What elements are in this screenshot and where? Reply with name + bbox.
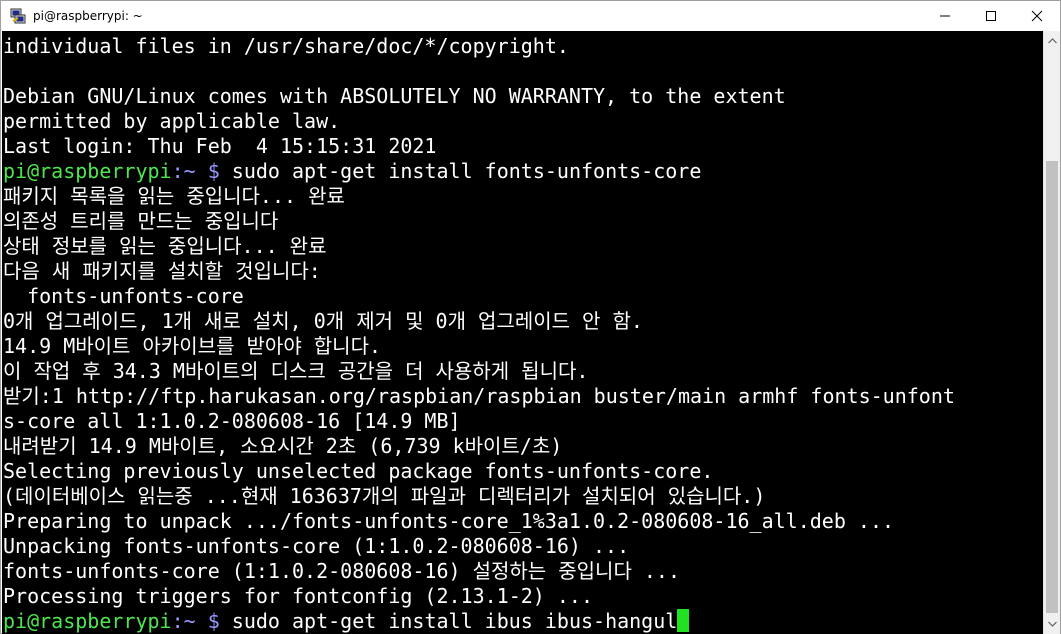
maximize-button[interactable] bbox=[968, 1, 1014, 31]
chevron-up-icon bbox=[1047, 38, 1057, 44]
command-text: sudo apt-get install fonts-unfonts-core bbox=[219, 159, 702, 183]
output-text: Preparing to unpack .../fonts-unfonts-co… bbox=[3, 509, 895, 533]
terminal-line: (데이터베이스 읽는중 ...현재 163637개의 파일과 디렉터리가 설치되… bbox=[3, 484, 955, 509]
output-text: Debian GNU/Linux comes with ABSOLUTELY N… bbox=[3, 84, 786, 108]
close-button[interactable] bbox=[1014, 1, 1060, 31]
prompt-user-host: pi@raspberrypi bbox=[3, 159, 172, 183]
terminal-area[interactable]: individual files in /usr/share/doc/*/cop… bbox=[2, 31, 1043, 634]
output-text: permitted by applicable law. bbox=[3, 109, 341, 133]
output-text: 내려받기 14.9 M바이트, 소요시간 2초 (6,739 k바이트/초) bbox=[3, 434, 563, 458]
output-text: Unpacking fonts-unfonts-core (1:1.0.2-08… bbox=[3, 534, 630, 558]
terminal-line: 상태 정보를 읽는 중입니다... 완료 bbox=[3, 234, 955, 259]
output-text: (데이터베이스 읽는중 ...현재 163637개의 파일과 디렉터리가 설치되… bbox=[3, 484, 766, 508]
command-text: sudo apt-get install ibus ibus-hangul bbox=[219, 609, 678, 633]
terminal-line: pi@raspberrypi:~ $ sudo apt-get install … bbox=[3, 159, 955, 184]
terminal-line: permitted by applicable law. bbox=[3, 109, 955, 134]
output-text: 패키지 목록을 읽는 중입니다... 완료 bbox=[3, 184, 345, 208]
terminal-line: pi@raspberrypi:~ $ sudo apt-get install … bbox=[3, 609, 955, 634]
chevron-down-icon bbox=[1047, 621, 1057, 627]
vertical-scrollbar[interactable] bbox=[1043, 31, 1060, 634]
window-title: pi@raspberrypi: ~ bbox=[33, 9, 143, 23]
terminal-line: 패키지 목록을 읽는 중입니다... 완료 bbox=[3, 184, 955, 209]
maximize-icon bbox=[986, 11, 996, 21]
output-text: 이 작업 후 34.3 M바이트의 디스크 공간을 더 사용하게 됩니다. bbox=[3, 359, 589, 383]
output-text: 받기:1 http://ftp.harukasan.org/raspbian/r… bbox=[3, 384, 955, 408]
terminal-line: Last login: Thu Feb 4 15:15:31 2021 bbox=[3, 134, 955, 159]
terminal-line: fonts-unfonts-core bbox=[3, 284, 955, 309]
minimize-button[interactable] bbox=[922, 1, 968, 31]
scroll-down-button[interactable] bbox=[1044, 616, 1060, 632]
output-text: 의존성 트리를 만드는 중입니다 bbox=[3, 209, 279, 233]
terminal-line: individual files in /usr/share/doc/*/cop… bbox=[3, 34, 955, 59]
terminal-line: Unpacking fonts-unfonts-core (1:1.0.2-08… bbox=[3, 534, 955, 559]
terminal-line: fonts-unfonts-core (1:1.0.2-080608-16) 설… bbox=[3, 559, 955, 584]
output-text: 상태 정보를 읽는 중입니다... 완료 bbox=[3, 234, 327, 258]
scrollbar-thumb[interactable] bbox=[1046, 161, 1058, 613]
title-bar[interactable]: pi@raspberrypi: ~ bbox=[1, 1, 1060, 31]
terminal-line: Debian GNU/Linux comes with ABSOLUTELY N… bbox=[3, 84, 955, 109]
terminal-line: 14.9 M바이트 아카이브를 받아야 합니다. bbox=[3, 334, 955, 359]
output-text: Last login: Thu Feb 4 15:15:31 2021 bbox=[3, 134, 437, 158]
terminal-line: Preparing to unpack .../fonts-unfonts-co… bbox=[3, 509, 955, 534]
window-controls bbox=[922, 1, 1060, 31]
terminal-line: 내려받기 14.9 M바이트, 소요시간 2초 (6,739 k바이트/초) bbox=[3, 434, 955, 459]
minimize-icon bbox=[940, 15, 950, 17]
putty-icon bbox=[10, 8, 26, 24]
output-text: 다음 새 패키지를 설치할 것입니다: bbox=[3, 259, 321, 283]
output-text: Selecting previously unselected package … bbox=[3, 459, 714, 483]
terminal-line: 0개 업그레이드, 1개 새로 설치, 0개 제거 및 0개 업그레이드 안 함… bbox=[3, 309, 955, 334]
output-text: fonts-unfonts-core (1:1.0.2-080608-16) 설… bbox=[3, 559, 681, 583]
prompt-path: :~ $ bbox=[171, 609, 220, 633]
terminal-line: 다음 새 패키지를 설치할 것입니다: bbox=[3, 259, 955, 284]
prompt-path: :~ $ bbox=[171, 159, 220, 183]
terminal-output: individual files in /usr/share/doc/*/cop… bbox=[3, 34, 955, 634]
terminal-line: Selecting previously unselected package … bbox=[3, 459, 955, 484]
close-icon bbox=[1031, 10, 1043, 22]
output-text: Processing triggers for fontconfig (2.13… bbox=[3, 584, 594, 608]
terminal-line: s-core all 1:1.0.2-080608-16 [14.9 MB] bbox=[3, 409, 955, 434]
output-text: fonts-unfonts-core bbox=[3, 284, 244, 308]
output-text: s-core all 1:1.0.2-080608-16 [14.9 MB] bbox=[3, 409, 461, 433]
terminal-line: 받기:1 http://ftp.harukasan.org/raspbian/r… bbox=[3, 384, 955, 409]
scroll-up-button[interactable] bbox=[1044, 33, 1060, 49]
output-text: individual files in /usr/share/doc/*/cop… bbox=[3, 34, 569, 58]
prompt-user-host: pi@raspberrypi bbox=[3, 609, 172, 633]
terminal-line: 이 작업 후 34.3 M바이트의 디스크 공간을 더 사용하게 됩니다. bbox=[3, 359, 955, 384]
terminal-cursor bbox=[677, 609, 690, 632]
terminal-line: 의존성 트리를 만드는 중입니다 bbox=[3, 209, 955, 234]
putty-window: pi@raspberrypi: ~ individual files in /u… bbox=[0, 0, 1061, 634]
output-text: 14.9 M바이트 아카이브를 받아야 합니다. bbox=[3, 334, 382, 358]
output-text: 0개 업그레이드, 1개 새로 설치, 0개 제거 및 0개 업그레이드 안 함… bbox=[3, 309, 643, 333]
terminal-line: Processing triggers for fontconfig (2.13… bbox=[3, 584, 955, 609]
